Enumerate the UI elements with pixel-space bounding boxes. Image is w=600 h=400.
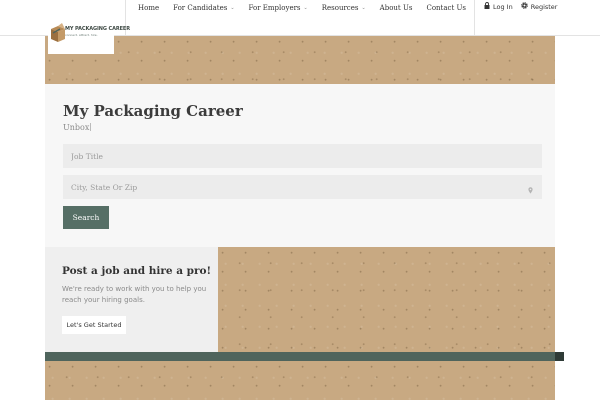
post-job-title: Post a job and hire a pro! [62,265,212,277]
nav-item-contact-us[interactable]: Contact Us [419,4,473,12]
nav-item-label: Contact Us [426,4,466,12]
nav-item-for-employers[interactable]: For Employers ⌄ [242,4,315,12]
nav-item-label: For Candidates [173,4,228,12]
cardboard-background-top [45,36,555,84]
page-margin-left [0,36,45,400]
main-nav: Home For Candidates ⌄ For Employers ⌄ Re… [131,4,473,12]
lock-icon [484,2,490,11]
cardboard-background-bottom [45,361,555,400]
post-job-description: We're ready to work with you to help you… [62,285,207,304]
post-job-panel: Post a job and hire a pro! We're ready t… [45,247,218,352]
nav-item-label: For Employers [248,4,301,12]
auth-links: Log In Register [484,2,565,11]
chevron-down-icon: ⌄ [361,5,366,11]
page-subtitle: Unbox [63,123,90,132]
nav-item-about-us[interactable]: About Us [373,4,420,12]
accent-stripe [45,352,564,361]
job-title-input[interactable] [63,144,542,168]
nav-item-for-candidates[interactable]: For Candidates ⌄ [166,4,241,12]
nav-item-label: Home [138,4,160,12]
nav-item-home[interactable]: Home [131,4,166,12]
location-input[interactable] [63,175,542,199]
page-title: My Packaging Career [63,102,243,120]
search-button[interactable]: Search [63,206,109,229]
register-label: Register [530,2,558,11]
nav-item-label: About Us [379,4,413,12]
accent-stripe-end [555,352,564,361]
nav-item-resources[interactable]: Resources ⌄ [315,4,373,12]
get-started-button[interactable]: Let's Get Started [62,316,126,334]
chevron-down-icon: ⌄ [303,5,308,11]
cardboard-background-middle [218,247,555,352]
gear-icon [520,2,528,11]
header-divider-right [474,0,475,36]
nav-item-label: Resources [321,4,359,12]
logo-title: MY PACKAGING CAREER [65,26,130,32]
location-pin-icon [528,187,533,196]
chevron-down-icon: ⌄ [230,5,235,11]
box-logo-icon [51,23,65,42]
login-label: Log In [493,2,513,11]
page-margin-right [555,36,600,400]
site-logo[interactable]: MY PACKAGING CAREER connect. attract. hi… [48,20,130,54]
register-link[interactable]: Register [520,2,558,11]
job-search-panel: My Packaging Career Unbox Search [45,84,555,247]
login-link[interactable]: Log In [484,2,513,11]
logo-tagline: connect. attract. hire. [65,33,98,37]
